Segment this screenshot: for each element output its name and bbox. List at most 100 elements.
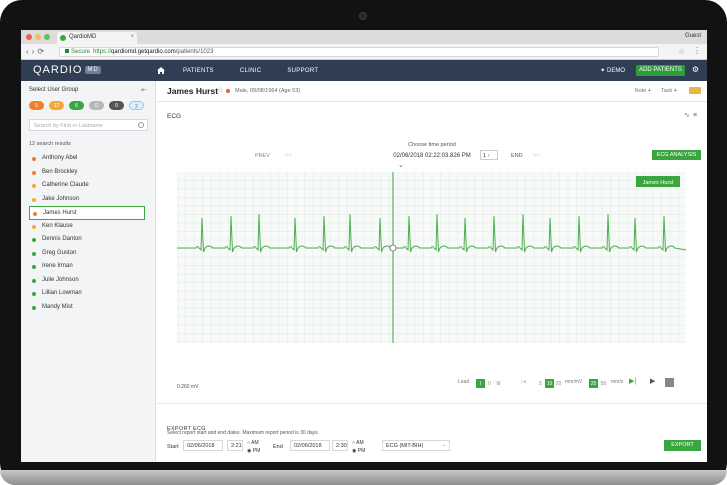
gain-option-20[interactable]: 20 (554, 379, 563, 388)
cursor-handle[interactable] (389, 244, 397, 252)
group-pill[interactable]: 5 (29, 101, 44, 110)
search-placeholder: Search by First or Lastname (34, 123, 104, 129)
patient-list-item[interactable]: Mandy Mist (29, 301, 145, 315)
tag-badge[interactable] (689, 87, 701, 94)
end-time-field[interactable]: 2:30 (332, 440, 348, 451)
sidebar-title: Select User Group (29, 87, 79, 93)
close-tab-icon[interactable]: × (130, 34, 134, 40)
prev-skip-icon: << (285, 153, 292, 159)
gain-option-5[interactable]: 5 (536, 379, 545, 388)
patient-list-item[interactable]: Anthony Abel (29, 152, 145, 166)
demo-account[interactable]: ✦ DEMO (600, 67, 625, 74)
browser-menu-icon[interactable]: ⋮ (693, 46, 701, 55)
patient-list-item[interactable]: Ben Brockley (29, 166, 145, 180)
next-skip-icon: >> (533, 153, 540, 159)
group-pill[interactable]: 6 (69, 101, 84, 110)
speed-option-25[interactable]: 25 (589, 379, 598, 388)
start-pm-radio[interactable]: ◉ PM (247, 448, 260, 454)
patient-list-item[interactable]: Dennis Danton (29, 233, 145, 247)
trend-icon[interactable]: ∿ (684, 112, 690, 119)
close-window-icon[interactable] (26, 34, 32, 40)
speed-unit: mm/s (611, 379, 624, 385)
end-pm-radio[interactable]: ◉ PM (352, 448, 365, 454)
skip-back-icon[interactable]: |◀ (521, 379, 526, 385)
status-dot (33, 212, 37, 216)
settings-gear-icon[interactable]: ⚙ (692, 65, 699, 74)
fullscreen-icon[interactable] (665, 378, 674, 387)
gain-option-10[interactable]: 10 (545, 379, 554, 388)
logo-text: QARDIO (33, 64, 83, 76)
url-field[interactable]: Secure https://qardiomd.getqardio.com/pat… (59, 47, 659, 57)
play-icon[interactable]: ▶ (650, 377, 655, 385)
add-patients-button[interactable]: ADD PATIENTS (636, 65, 685, 76)
group-pill[interactable]: 2 (129, 101, 144, 110)
period-value[interactable]: 02/06/2018 02:22:03.826 PM (157, 153, 707, 159)
patient-list-item[interactable]: Julie Johnson (29, 274, 145, 288)
chevron-down-icon[interactable]: ⌄ (398, 161, 404, 169)
camera-icon (359, 12, 367, 20)
lead-option-2[interactable]: II (485, 379, 494, 388)
browser-tab[interactable]: QardioMD × (57, 32, 137, 44)
favorite-star-icon[interactable]: ☆ (217, 86, 223, 94)
group-pill[interactable]: 0 (109, 101, 124, 110)
url-prefix: https:// (93, 49, 112, 55)
prev-button[interactable]: PREV (255, 153, 270, 159)
speed-option-50[interactable]: 50 (599, 379, 608, 388)
patient-list-item[interactable]: James Hurst (29, 206, 145, 220)
patient-list-item[interactable]: Ken Klause (29, 220, 145, 234)
home-icon[interactable] (157, 67, 165, 74)
lead-option-3[interactable]: III (494, 379, 503, 388)
collapse-icon[interactable]: ⇤ (141, 86, 147, 94)
ecg-chart[interactable]: James Hurst (177, 172, 686, 343)
nav-support[interactable]: SUPPORT (287, 68, 318, 74)
chevron-right-icon[interactable]: › (488, 153, 490, 159)
add-note-button[interactable]: Note + (635, 88, 651, 94)
minimize-window-icon[interactable] (35, 34, 41, 40)
patient-list-name: James Hurst (43, 210, 77, 216)
secure-label: Secure (71, 49, 91, 55)
format-select[interactable]: ECG (MIT-BIH) ⌄ (382, 440, 450, 451)
end-button[interactable]: END (511, 153, 523, 159)
browser-user[interactable]: Guest (685, 33, 701, 39)
patient-list-name: Ken Klause (42, 222, 73, 229)
lead-option-1[interactable]: I (476, 379, 485, 388)
end-am-radio[interactable]: ○ AM (352, 440, 364, 446)
patient-list-item[interactable]: Jake Johnson (29, 193, 145, 207)
laptop-base (0, 470, 727, 485)
add-task-button[interactable]: Task + (661, 88, 677, 94)
patient-list-item[interactable]: Greg Guston (29, 247, 145, 261)
bookmark-star-icon[interactable]: ☆ (678, 47, 685, 56)
page-value: 1 (483, 153, 487, 159)
patient-search-input[interactable]: Search by First or Lastname (29, 119, 148, 131)
patient-list-item[interactable]: Lillian Lowman (29, 287, 145, 301)
nav-clinic[interactable]: CLINIC (240, 68, 261, 74)
patient-sidebar: Select User Group ⇤ 5 17 6 0 0 2 Search by Fi… (21, 81, 156, 462)
lead-label: Lead (458, 379, 470, 385)
end-date-field[interactable]: 02/06/2018 (290, 440, 330, 451)
group-pill[interactable]: 0 (89, 101, 104, 110)
nav-patients[interactable]: PATIENTS (183, 68, 214, 74)
patient-list-name: Catherine Claude (42, 182, 89, 188)
address-bar: ‹›⟳ Secure https://qardiomd.getqardio.com… (21, 44, 707, 60)
start-date-field[interactable]: 02/06/2018 (183, 440, 223, 451)
status-dot (32, 197, 36, 202)
export-button[interactable]: EXPORT (664, 440, 701, 451)
gear-small-icon: ✦ (600, 68, 607, 74)
patient-list-item[interactable]: Irene Irman (29, 260, 145, 274)
start-am-radio[interactable]: ○ AM (247, 440, 259, 446)
app-logo[interactable]: QARDIO MD (33, 64, 101, 76)
status-dot (32, 238, 36, 242)
start-time-field[interactable]: 2:21 (227, 440, 243, 451)
nav-buttons[interactable]: ‹›⟳ (26, 47, 47, 56)
window-controls[interactable] (26, 34, 50, 40)
skip-end-icon[interactable]: ▶| (629, 377, 636, 385)
patient-list-item[interactable]: Catherine Claude (29, 179, 145, 193)
end-label: End (273, 444, 283, 450)
search-icon[interactable] (138, 122, 144, 128)
ecg-analysis-button[interactable]: ECG ANALYSIS (652, 150, 701, 160)
patient-header: James Hurst ☆ Male, 09/08/1964 (Age 53) … (157, 81, 707, 102)
menu-icon[interactable]: ≡ (693, 112, 697, 119)
page-input[interactable]: 1 › (480, 150, 498, 160)
group-pill[interactable]: 17 (49, 101, 64, 110)
maximize-window-icon[interactable] (44, 34, 50, 40)
